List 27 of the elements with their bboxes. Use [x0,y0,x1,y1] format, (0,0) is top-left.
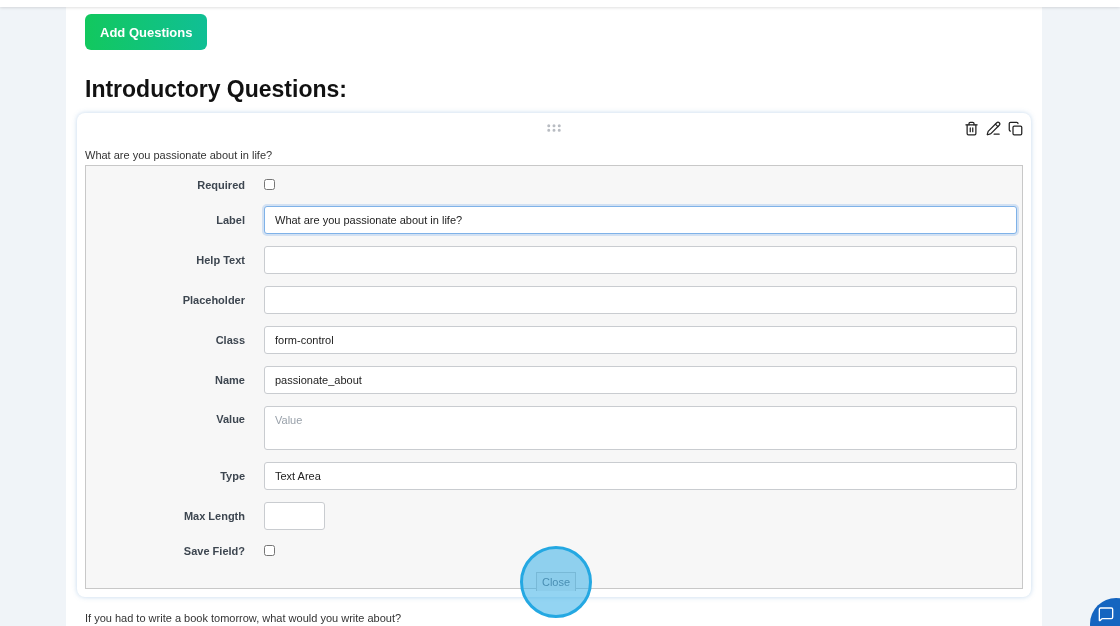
checkbox[interactable] [264,545,275,556]
field-label: Save Field? [182,545,245,557]
field-label: Value [215,412,245,425]
pencil-icon[interactable] [986,120,1001,136]
question-text: What are you passionate about in life? [85,149,274,161]
input-field[interactable]: passionate_about [264,366,1017,394]
textarea-field[interactable]: Value [264,406,1017,450]
checkbox[interactable] [264,179,275,190]
input-field[interactable] [264,502,325,530]
field-label: Max Length [182,510,245,522]
field-label: Required [196,179,245,191]
input-field[interactable] [264,286,1017,314]
field-label: Name [214,374,245,386]
field-label: Placeholder [181,294,245,306]
chat-icon [1098,606,1114,622]
input-field[interactable]: What are you passionate about in life? [264,206,1017,234]
field-label: Type [219,470,245,482]
field-label: Class [214,334,245,346]
input-field[interactable]: Text Area [264,462,1017,490]
section-title: Introductory Questions: [85,76,348,103]
field-label: Label [215,214,245,226]
copy-icon[interactable] [1008,120,1023,136]
question-text: If you had to write a book tomorrow, what would you write about? [85,612,403,624]
field-label: Help Text [195,254,245,266]
input-field[interactable] [264,246,1017,274]
input-field[interactable]: form-control [264,326,1017,354]
trash-icon[interactable] [964,120,979,136]
